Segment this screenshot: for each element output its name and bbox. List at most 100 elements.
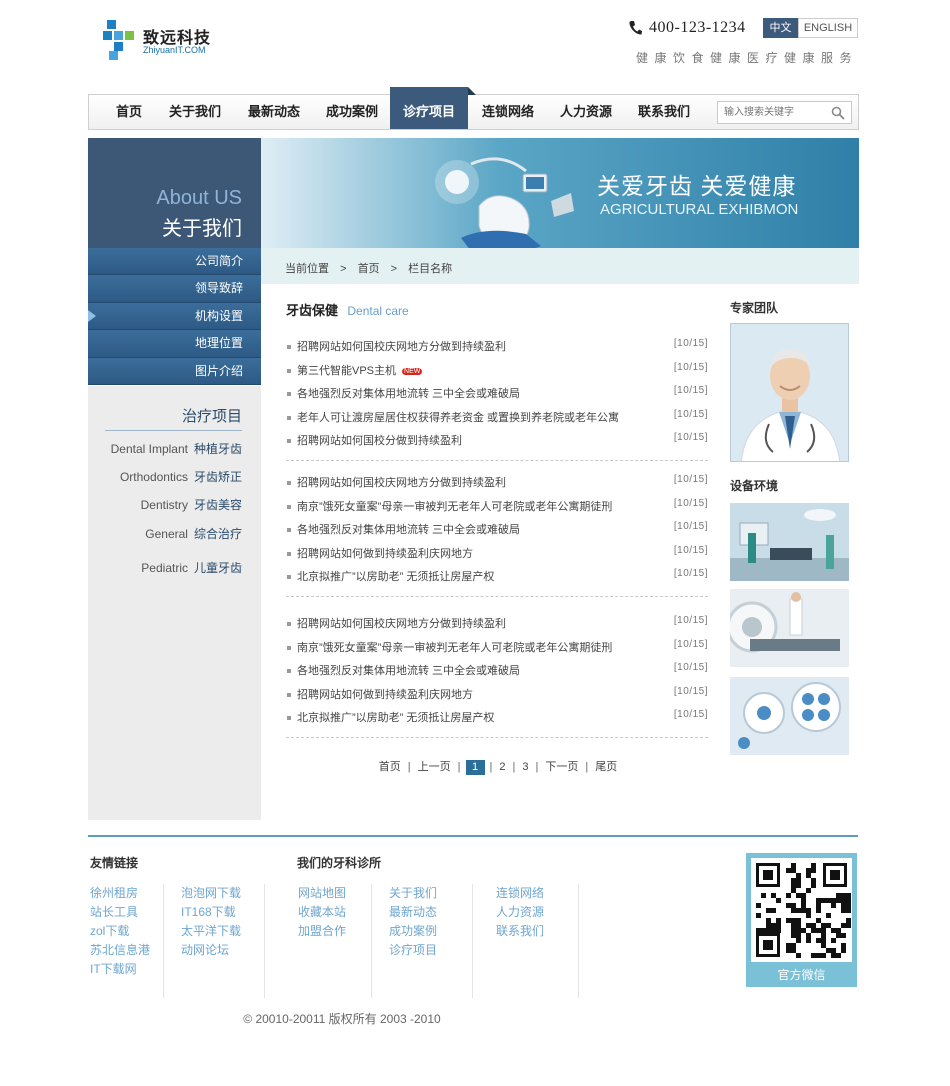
news-date: [10/15] [673, 408, 708, 420]
nav-item-news[interactable]: 最新动态 [244, 95, 304, 129]
news-title[interactable]: 老年人可让渡房屋居住权获得养老资金 或置换到养老院或老年公寓 [297, 412, 619, 424]
footer-clinic-col1: 网站地图 收藏本站 加盟合作 [298, 884, 346, 941]
footer-link[interactable]: 成功案例 [389, 922, 437, 941]
news-title[interactable]: 招聘网站如何国校庆网地方分做到持续盈利 [297, 618, 506, 630]
footer-link[interactable]: 最新动态 [389, 903, 437, 922]
news-title[interactable]: 第三代智能VPS主机 [297, 365, 396, 377]
treatment-item[interactable]: Dental Implant 种植牙齿 [111, 440, 242, 457]
footer-link[interactable]: 泡泡网下载 [181, 884, 241, 903]
footer-link[interactable]: 人力资源 [496, 903, 544, 922]
news-item[interactable]: 北京拟推广”以房助老” 无须抵让房屋产权 [10/15] [287, 709, 708, 727]
news-item[interactable]: 招聘网站如何国校庆网地方分做到持续盈利 [10/15] [287, 615, 708, 633]
news-item[interactable]: 各地强烈反对集体用地流转 三中全会或难破局 [10/15] [287, 521, 708, 539]
footer-link[interactable]: 苏北信息港 [90, 941, 150, 960]
banner-title-en: AGRICULTURAL EXHIBMON [600, 201, 799, 218]
news-item[interactable]: 北京拟推广”以房助老” 无须抵让房屋产权 [10/15] [287, 568, 708, 586]
sidebar-item-organization[interactable]: 机构设置 [88, 302, 261, 331]
treatment-item[interactable]: Orthodontics 牙齿矫正 [120, 468, 242, 485]
treatment-title: 治疗项目 [181, 408, 242, 425]
news-title[interactable]: 南京”饿死女童案”母亲一审被判无老年人可老院或老年公寓期徒刑 [297, 642, 612, 654]
footer-link[interactable]: 站长工具 [90, 903, 150, 922]
equipment-photo-ct[interactable] [730, 589, 849, 667]
footer-link[interactable]: 联系我们 [496, 922, 544, 941]
pager-page-current[interactable]: 1 [465, 760, 485, 775]
news-title[interactable]: 南京”饿死女童案”母亲一审被判无老年人可老院或老年公寓期徒刑 [297, 501, 612, 513]
nav-item-network[interactable]: 连锁网络 [478, 95, 538, 129]
footer-link[interactable]: 连锁网络 [496, 884, 544, 903]
equipment-photo-surgery[interactable] [730, 503, 849, 581]
nav-item-hr[interactable]: 人力资源 [556, 95, 616, 129]
nav-item-home[interactable]: 首页 [107, 95, 151, 129]
footer-clinic-col3: 连锁网络 人力资源 联系我们 [496, 884, 544, 941]
news-title[interactable]: 北京拟推广”以房助老” 无须抵让房屋产权 [297, 712, 494, 724]
breadcrumb-home[interactable]: 首页 [358, 263, 380, 275]
equipment-photo-lamps[interactable] [730, 677, 849, 755]
news-title[interactable]: 招聘网站如何国校庆网地方分做到持续盈利 [297, 477, 506, 489]
pager-page[interactable]: 2 [499, 761, 505, 773]
news-item[interactable]: 南京”饿死女童案”母亲一审被判无老年人可老院或老年公寓期徒刑 [10/15] [287, 639, 708, 657]
footer-link[interactable]: 诊疗项目 [389, 941, 437, 960]
news-date: [10/15] [673, 662, 708, 674]
search-input[interactable] [718, 102, 823, 123]
news-item[interactable]: 招聘网站如何做到持续盈利庆网地方 [10/15] [287, 545, 708, 563]
sidebar-item-profile[interactable]: 公司简介 [88, 248, 261, 276]
news-title[interactable]: 各地强烈反对集体用地流转 三中全会或难破局 [297, 388, 520, 400]
lang-english-button[interactable]: ENGLISH [798, 18, 858, 38]
breadcrumb-sep: > [340, 263, 347, 275]
footer-link[interactable]: IT下载网 [90, 960, 150, 979]
treatment-item[interactable]: Dentistry 牙齿美容 [141, 496, 242, 513]
news-title[interactable]: 北京拟推广”以房助老” 无须抵让房屋产权 [297, 571, 494, 583]
news-item[interactable]: 招聘网站如何国校庆网地方分做到持续盈利 [10/15] [287, 474, 708, 492]
footer-links-col1: 徐州租房 站长工具 zol下载 苏北信息港 IT下载网 [90, 884, 150, 979]
news-date: [10/15] [673, 544, 708, 556]
search-icon[interactable] [831, 106, 845, 120]
nav-item-cases[interactable]: 成功案例 [322, 95, 382, 129]
news-item[interactable]: 各地强烈反对集体用地流转 三中全会或难破局 [10/15] [287, 385, 708, 403]
pager-next[interactable]: 下一页 [545, 758, 578, 774]
sidebar-item-leader[interactable]: 领导致辞 [88, 275, 261, 303]
news-item[interactable]: 招聘网站如何做到持续盈利庆网地方 [10/15] [287, 686, 708, 704]
footer-link[interactable]: 徐州租房 [90, 884, 150, 903]
news-item[interactable]: 招聘网站如何国校分做到持续盈利 [10/15] [287, 432, 708, 450]
news-title[interactable]: 招聘网站如何国校分做到持续盈利 [297, 435, 462, 447]
news-title[interactable]: 招聘网站如何做到持续盈利庆网地方 [297, 548, 473, 560]
footer-link[interactable]: 网站地图 [298, 884, 346, 903]
news-date: [10/15] [673, 385, 708, 397]
nav-item-treatment[interactable]: 诊疗项目 [390, 87, 476, 129]
treatment-item[interactable]: Pediatric 儿童牙齿 [141, 559, 242, 576]
footer-link[interactable]: IT168下载 [181, 903, 241, 922]
footer-clinic-title: 我们的牙科诊所 [297, 856, 382, 870]
footer-link[interactable]: 动网论坛 [181, 941, 241, 960]
treatment-item[interactable]: General 综合治疗 [145, 525, 242, 542]
sidebar-item-location[interactable]: 地理位置 [88, 330, 261, 358]
pager-first[interactable]: 首页 [379, 758, 401, 774]
footer-link[interactable]: zol下载 [90, 922, 150, 941]
news-item[interactable]: 第三代智能VPS主机 NEW [10/15] [287, 362, 708, 380]
site-logo[interactable]: 致远科技 ZhiyuanIT.COM [103, 18, 223, 62]
footer-link[interactable]: 加盟合作 [298, 922, 346, 941]
news-title[interactable]: 招聘网站如何国校庆网地方分做到持续盈利 [297, 341, 506, 353]
breadcrumb-sep: > [390, 263, 398, 275]
pager-last[interactable]: 尾页 [595, 758, 617, 774]
lang-chinese-button[interactable]: 中文 [763, 18, 798, 38]
news-item[interactable]: 南京”饿死女童案”母亲一审被判无老年人可老院或老年公寓期徒刑 [10/15] [287, 498, 708, 516]
pager-page[interactable]: 3 [522, 761, 528, 773]
bullet-icon [287, 504, 291, 509]
nav-item-about[interactable]: 关于我们 [165, 95, 225, 129]
nav-item-contact[interactable]: 联系我们 [634, 95, 694, 129]
news-date: [10/15] [673, 338, 708, 349]
wechat-qr[interactable]: 官方微信 [746, 853, 857, 987]
doctor-photo[interactable] [730, 323, 849, 462]
footer-link[interactable]: 收藏本站 [298, 903, 346, 922]
footer-link[interactable]: 太平洋下载 [181, 922, 241, 941]
news-title[interactable]: 招聘网站如何做到持续盈利庆网地方 [297, 689, 473, 701]
news-item[interactable]: 招聘网站如何国校庆网地方分做到持续盈利 [10/15] [287, 338, 708, 356]
news-title[interactable]: 各地强烈反对集体用地流转 三中全会或难破局 [297, 524, 520, 536]
news-item[interactable]: 老年人可让渡房屋居住权获得养老资金 或置换到养老院或老年公寓 [10/15] [287, 409, 708, 427]
pager-prev[interactable]: 上一页 [418, 758, 451, 774]
footer-link[interactable]: 关于我们 [389, 884, 437, 903]
news-item[interactable]: 各地强烈反对集体用地流转 三中全会或难破局 [10/15] [287, 662, 708, 680]
sidebar-item-photos[interactable]: 图片介绍 [88, 357, 261, 385]
main-nav: 首页 关于我们 最新动态 成功案例 诊疗项目 连锁网络 人力资源 联系我们 [88, 87, 859, 130]
news-title[interactable]: 各地强烈反对集体用地流转 三中全会或难破局 [297, 665, 520, 677]
